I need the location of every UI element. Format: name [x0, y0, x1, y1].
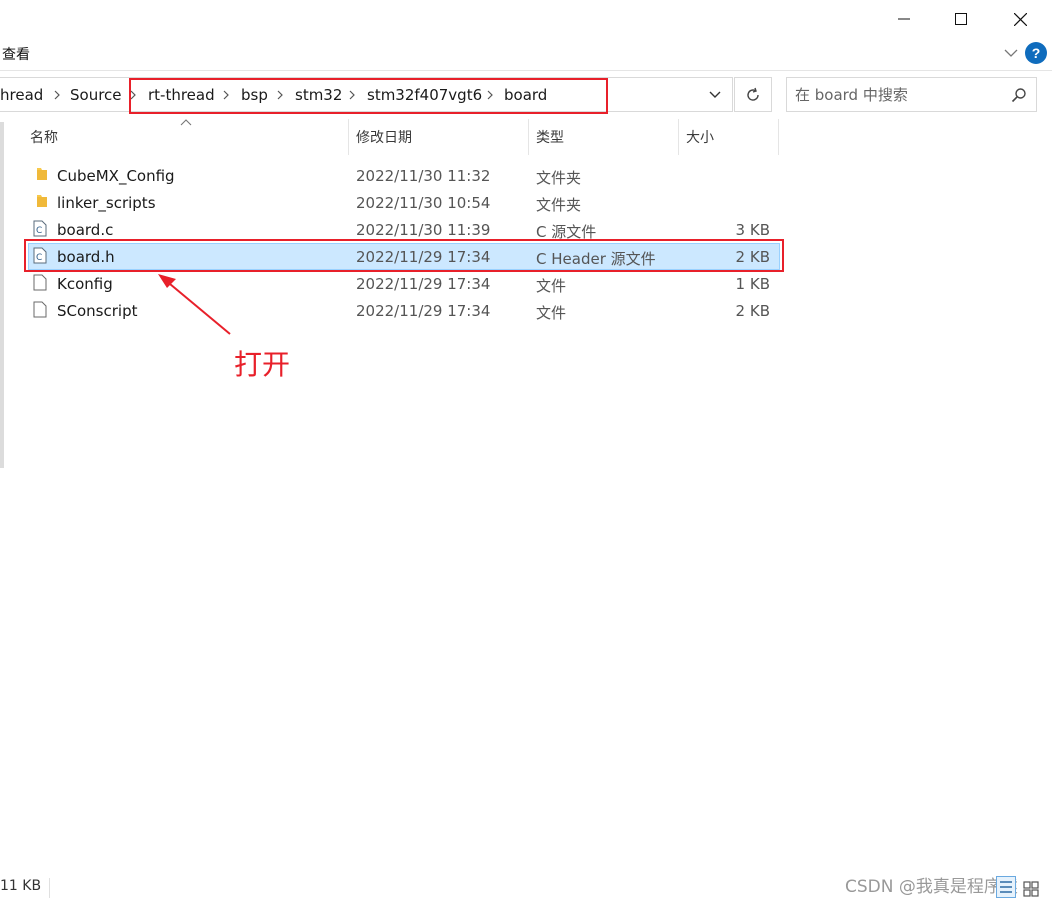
file-modified: 2022/11/30 11:32: [356, 167, 491, 185]
ribbon-expand-button[interactable]: [1001, 43, 1021, 63]
list-item[interactable]: linker_scripts 2022/11/30 10:54 文件夹: [28, 189, 780, 216]
search-icon[interactable]: [1011, 87, 1027, 103]
close-button[interactable]: [1002, 6, 1038, 32]
search-input[interactable]: [795, 86, 1005, 104]
column-header-size[interactable]: 大小: [686, 127, 714, 147]
column-divider[interactable]: [678, 119, 679, 155]
file-name: linker_scripts: [57, 194, 156, 212]
list-item[interactable]: Kconfig 2022/11/29 17:34 文件 1 KB: [28, 270, 780, 297]
column-header-type[interactable]: 类型: [536, 127, 564, 147]
large-icons-view-button[interactable]: [1022, 880, 1040, 898]
details-view-icon: [1000, 881, 1012, 893]
file-modified: 2022/11/29 17:34: [356, 275, 491, 293]
minimize-icon: [898, 18, 910, 20]
file-size: 1 KB: [735, 275, 770, 293]
help-icon[interactable]: ?: [1025, 42, 1047, 64]
column-divider[interactable]: [778, 119, 779, 155]
tab-view[interactable]: 查看: [2, 44, 30, 64]
folder-icon: [37, 168, 47, 180]
status-divider: [49, 878, 50, 898]
file-type: 文件: [536, 304, 567, 322]
folder-icon: [37, 195, 47, 207]
list-item[interactable]: SConscript 2022/11/29 17:34 文件 2 KB: [28, 297, 780, 324]
address-history-dropdown[interactable]: [702, 84, 728, 106]
details-view-button[interactable]: [996, 876, 1016, 898]
file-name: SConscript: [57, 302, 138, 320]
file-size: 3 KB: [735, 221, 770, 239]
ribbon-divider: [0, 70, 1052, 71]
annotation-box-address: [129, 78, 608, 114]
file-modified: 2022/11/29 17:34: [356, 302, 491, 320]
watermark: CSDN @我真是程序猿: [845, 877, 1018, 897]
status-item-size: 11 KB: [0, 878, 42, 894]
column-divider[interactable]: [348, 119, 349, 155]
column-header-name[interactable]: 名称: [30, 127, 58, 147]
file-modified: 2022/11/30 11:39: [356, 221, 491, 239]
list-item[interactable]: CubeMX_Config 2022/11/30 11:32 文件夹: [28, 162, 780, 189]
sort-ascending-icon: [180, 119, 192, 126]
annotation-label: 打开: [234, 348, 291, 381]
svg-text:C: C: [36, 226, 42, 236]
annotation-box-selected-file: [24, 239, 784, 272]
file-modified: 2022/11/30 10:54: [356, 194, 491, 212]
column-divider[interactable]: [528, 119, 529, 155]
refresh-icon: [747, 87, 759, 101]
navigation-pane-edge: [0, 122, 4, 468]
minimize-button[interactable]: [886, 6, 922, 32]
maximize-icon: [955, 13, 967, 25]
chevron-down-icon: [709, 91, 721, 98]
file-name: Kconfig: [57, 275, 113, 293]
file-type: 文件: [536, 277, 567, 295]
annotation-arrow-icon: [158, 274, 231, 335]
close-icon: [1013, 12, 1027, 26]
refresh-button[interactable]: [734, 77, 772, 112]
large-icons-view-icon: [1023, 881, 1039, 897]
chevron-right-icon[interactable]: [52, 89, 62, 101]
file-name: board.c: [57, 221, 114, 239]
breadcrumb-item[interactable]: hread: [0, 86, 43, 104]
column-header-modified[interactable]: 修改日期: [356, 127, 412, 147]
c-file-icon: C: [33, 220, 47, 237]
search-box[interactable]: [786, 77, 1037, 112]
maximize-button[interactable]: [943, 6, 979, 32]
file-size: 2 KB: [735, 302, 770, 320]
breadcrumb-item[interactable]: Source: [70, 86, 122, 104]
file-type: 文件夹: [536, 196, 582, 214]
file-name: CubeMX_Config: [57, 167, 175, 185]
chevron-down-icon: [1004, 49, 1018, 57]
file-icon: [33, 301, 47, 318]
file-icon: [33, 274, 47, 291]
file-type: 文件夹: [536, 169, 582, 187]
